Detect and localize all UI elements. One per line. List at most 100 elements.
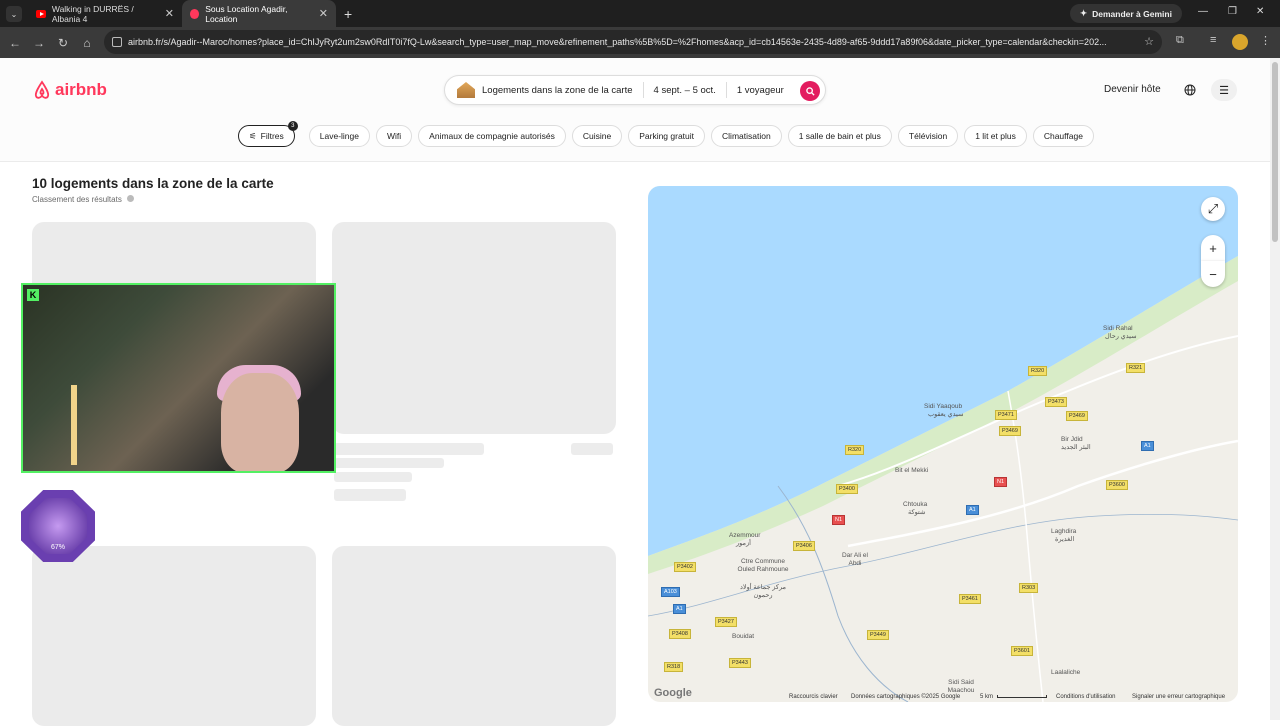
become-host-link[interactable]: Devenir hôte xyxy=(1104,84,1161,95)
map-place-label: Azemmour xyxy=(729,532,761,539)
map-place-label: مركز جماعة أولاد رحمون xyxy=(739,584,787,599)
minimize-button[interactable]: — xyxy=(1198,6,1208,17)
skeleton-line xyxy=(334,489,406,501)
tab-search-button[interactable]: ⌄ xyxy=(6,6,22,22)
back-icon[interactable]: ← xyxy=(3,36,27,50)
filters-button[interactable]: ⚟ Filtres 3 xyxy=(238,121,298,147)
map-place-label: Bir Jdid xyxy=(1061,436,1083,443)
road-marker: P3471 xyxy=(995,410,1017,420)
map-place-label: Bouidat xyxy=(732,633,755,640)
filter-chip[interactable]: 1 lit et plus xyxy=(964,125,1027,147)
map-place-label: Chtouka xyxy=(903,501,928,508)
keyboard-shortcuts-link[interactable]: Raccourcis clavier xyxy=(789,694,838,700)
map-place-label: Sidi Said Maachou xyxy=(947,679,975,694)
site-info-icon[interactable] xyxy=(112,37,122,47)
map-place-label: البئر الجديد xyxy=(1061,444,1091,451)
filter-chip[interactable]: Cuisine xyxy=(571,125,623,147)
terms-link[interactable]: Conditions d'utilisation xyxy=(1056,694,1116,700)
close-icon[interactable]: ✕ xyxy=(165,7,174,20)
road-marker: P3443 xyxy=(729,658,751,668)
filter-chip[interactable]: 1 salle de bain et plus xyxy=(787,125,892,147)
maximize-button[interactable]: ❐ xyxy=(1228,6,1237,17)
reload-icon[interactable]: ↻ xyxy=(51,36,75,50)
kebab-menu-icon[interactable]: ⋮ xyxy=(1260,34,1271,47)
page-scrollbar[interactable] xyxy=(1270,58,1280,720)
skeleton-line xyxy=(334,458,444,468)
forward-icon[interactable]: → xyxy=(27,36,51,50)
reading-list-icon[interactable]: ≡ xyxy=(1210,34,1216,46)
road-marker: R320 xyxy=(1028,366,1048,376)
site-header: airbnb Logements dans la zone de la cart… xyxy=(0,58,1270,162)
scale-label: 5 km xyxy=(980,694,994,700)
airbnb-logo-icon xyxy=(34,80,50,99)
extensions-icon[interactable]: ⧉ xyxy=(1176,34,1184,47)
map-place-label: Laalaliche xyxy=(1051,669,1081,676)
kick-logo: K xyxy=(27,289,39,301)
zoom-in-button[interactable]: + xyxy=(1201,235,1225,261)
bookmark-star-icon[interactable]: ☆ xyxy=(1144,35,1154,48)
window-close-button[interactable]: ✕ xyxy=(1256,6,1264,17)
map-place-label: سيدي يعقوب xyxy=(928,411,964,418)
gemini-button[interactable]: ✦ Demander à Gemini xyxy=(1070,4,1182,23)
lamp-light xyxy=(71,385,77,465)
map-place-label: Sidi Rahal xyxy=(1103,325,1133,332)
address-bar[interactable]: airbnb.fr/s/Agadir--Maroc/homes?place_id… xyxy=(104,30,1162,54)
listing-card-placeholder[interactable] xyxy=(32,546,316,726)
road-marker: P3408 xyxy=(669,629,691,639)
results-ranking-link[interactable]: Classement des résultats xyxy=(32,195,135,204)
map-place-label: Dar Ali el Abdi xyxy=(841,552,868,567)
scrollbar-thumb[interactable] xyxy=(1272,62,1278,242)
tab-airbnb[interactable]: Sous Location Agadir, Location ✕ xyxy=(182,0,336,27)
road-marker: R318 xyxy=(664,662,684,672)
road-marker: P3473 xyxy=(1045,397,1067,407)
fullscreen-map-button[interactable]: ⤢ xyxy=(1201,197,1225,221)
hamburger-menu-icon[interactable]: ☰ xyxy=(1211,79,1237,101)
map-place-label: Bit el Mekki xyxy=(895,467,929,474)
profile-avatar[interactable] xyxy=(1232,34,1248,50)
road-marker: P3469 xyxy=(999,426,1021,436)
road-marker: A1 xyxy=(966,505,979,515)
filter-chip[interactable]: Chauffage xyxy=(1032,125,1094,147)
filter-chip[interactable]: Animaux de compagnie autorisés xyxy=(418,125,566,147)
filter-chip[interactable]: Parking gratuit xyxy=(628,125,706,147)
skeleton-line xyxy=(334,443,484,455)
road-marker: R303 xyxy=(1019,583,1039,593)
report-error-link[interactable]: Signaler une erreur cartographique xyxy=(1132,694,1225,700)
webcam-overlay: K xyxy=(21,283,336,473)
search-bar[interactable]: Logements dans la zone de la carte 4 sep… xyxy=(444,75,826,105)
road-marker: P3449 xyxy=(867,630,889,640)
road-marker: R321 xyxy=(1126,363,1146,373)
filter-sliders-icon: ⚟ xyxy=(249,130,257,141)
home-icon[interactable]: ⌂ xyxy=(75,36,99,50)
info-icon[interactable] xyxy=(127,195,135,202)
globe-icon[interactable] xyxy=(1177,79,1203,101)
close-icon[interactable]: ✕ xyxy=(319,7,328,20)
map[interactable]: ⤢ + − Sidi Rahal سيدي رحال Sidi Yaaqoub … xyxy=(648,186,1238,702)
youtube-icon xyxy=(36,9,46,18)
results-subtitle: Classement des résultats xyxy=(32,195,122,204)
listing-card-placeholder[interactable] xyxy=(332,546,616,726)
filters-count-badge: 3 xyxy=(287,121,298,131)
filter-chip[interactable]: Lave-linge xyxy=(308,125,370,147)
road-marker: A1 xyxy=(673,604,686,614)
tab-title: Sous Location Agadir, Location xyxy=(205,3,288,24)
search-location[interactable]: Logements dans la zone de la carte xyxy=(482,85,633,96)
map-place-label: شتوكة xyxy=(908,509,926,516)
road-marker: A103 xyxy=(661,587,680,597)
new-tab-button[interactable]: + xyxy=(344,6,352,22)
filter-chip[interactable]: Télévision xyxy=(897,125,959,147)
map-place-label: أزمور xyxy=(736,540,751,547)
listing-card-placeholder[interactable] xyxy=(332,222,616,434)
filter-chip[interactable]: Wifi xyxy=(376,125,413,147)
road-marker: P3600 xyxy=(1106,480,1128,490)
airbnb-logo[interactable]: airbnb xyxy=(32,80,107,100)
zoom-out-button[interactable]: − xyxy=(1201,261,1225,287)
search-dates[interactable]: 4 sept. – 5 oct. xyxy=(654,85,716,96)
search-button[interactable] xyxy=(800,81,820,101)
browser-tab-strip: ⌄ Walking in DURRËS / Albania 4 ✕ Sous L… xyxy=(0,0,1280,27)
road-marker: P3400 xyxy=(836,484,858,494)
search-guests[interactable]: 1 voyageur xyxy=(737,85,784,96)
tab-youtube[interactable]: Walking in DURRËS / Albania 4 ✕ xyxy=(28,0,182,27)
google-logo[interactable]: Google xyxy=(654,687,692,699)
filter-chip[interactable]: Climatisation xyxy=(711,125,782,147)
